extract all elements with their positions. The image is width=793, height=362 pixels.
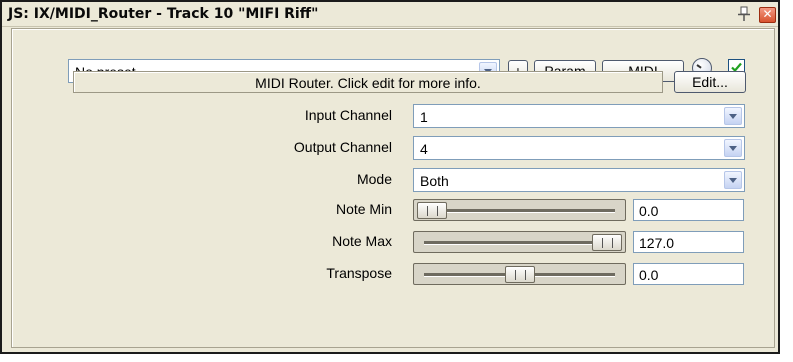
close-button[interactable]: ✕	[759, 7, 776, 23]
close-icon: ✕	[762, 7, 773, 21]
note-min-slider[interactable]	[413, 199, 626, 221]
mode-dropdown[interactable]: Both	[413, 168, 745, 192]
note-min-label: Note Min	[335, 201, 392, 217]
note-max-value: 127.0	[639, 235, 675, 251]
chevron-down-icon[interactable]	[724, 171, 742, 189]
slider-track	[424, 209, 615, 213]
transpose-label: Transpose	[326, 265, 392, 281]
note-min-value-field[interactable]: 0.0	[633, 199, 744, 221]
slider-thumb[interactable]	[592, 234, 622, 251]
note-max-label: Note Max	[332, 233, 392, 249]
info-text: MIDI Router. Click edit for more info.	[255, 75, 481, 91]
chevron-down-icon[interactable]	[724, 139, 742, 157]
slider-thumb[interactable]	[504, 266, 535, 283]
transpose-value-field[interactable]: 0.0	[633, 263, 744, 285]
plugin-window: JS: IX/MIDI_Router - Track 10 "MIFI Riff…	[0, 0, 780, 354]
window-title: JS: IX/MIDI_Router - Track 10 "MIFI Riff…	[8, 6, 319, 22]
pin-icon[interactable]	[736, 5, 752, 22]
output-channel-dropdown[interactable]: 4	[413, 136, 745, 160]
mode-value: Both	[420, 173, 449, 189]
title-bar[interactable]: JS: IX/MIDI_Router - Track 10 "MIFI Riff…	[2, 2, 778, 27]
mode-label: Mode	[356, 171, 392, 187]
output-channel-value: 4	[420, 141, 428, 157]
chevron-down-icon[interactable]	[724, 107, 742, 125]
slider-thumb[interactable]	[417, 202, 447, 219]
edit-button[interactable]: Edit...	[674, 71, 746, 93]
note-min-value: 0.0	[639, 203, 659, 219]
input-channel-label: Input Channel	[304, 107, 392, 123]
note-max-value-field[interactable]: 127.0	[633, 231, 744, 253]
transpose-slider[interactable]	[413, 263, 626, 285]
note-max-slider[interactable]	[413, 231, 626, 253]
transpose-value: 0.0	[639, 267, 659, 283]
slider-track	[424, 241, 615, 245]
output-channel-label: Output Channel	[293, 139, 392, 155]
input-channel-value: 1	[420, 109, 428, 125]
input-channel-dropdown[interactable]: 1	[413, 104, 745, 128]
info-bar: MIDI Router. Click edit for more info.	[73, 71, 663, 93]
